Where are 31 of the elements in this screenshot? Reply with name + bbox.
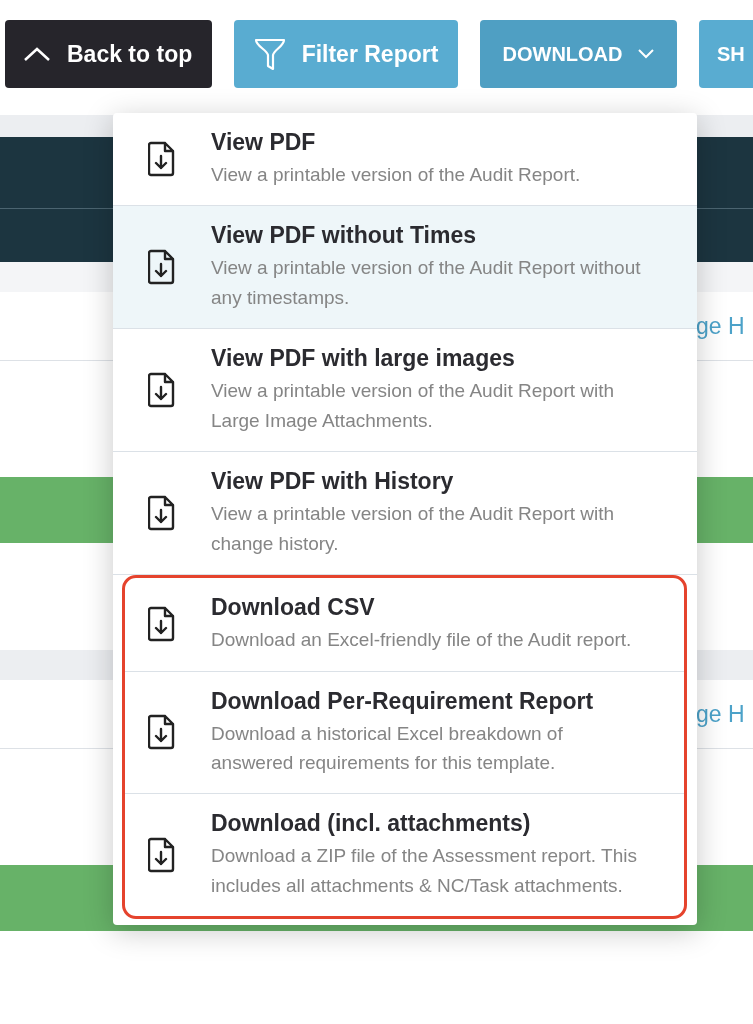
- back-to-top-button[interactable]: Back to top: [5, 20, 212, 88]
- menu-item-description: Download an Excel-friendly file of the Audit report.: [211, 628, 632, 653]
- chevron-up-icon: [23, 46, 51, 62]
- menu-item-title: View PDF with large images: [211, 345, 516, 373]
- menu-item-title: Download CSV: [211, 594, 376, 622]
- menu-item-title: Download Per-Requirement Report: [211, 687, 595, 715]
- menu-item[interactable]: Download (incl. attachments) Download a ZIP file of the Assessment report. This includes all attachments & NC/Task attachments.: [125, 794, 684, 917]
- file-download-icon: [148, 249, 176, 286]
- menu-item-description: Download a historical Excel breakdown of answered requirements for this template.: [211, 721, 564, 775]
- file-download-icon: [148, 495, 176, 532]
- menu-item-title: View PDF: [211, 129, 317, 156]
- menu-item-description: Download a ZIP file of the Assessment report. This includes all attachments & NC/Task attachments.: [211, 844, 638, 898]
- file-download-icon: [148, 372, 176, 409]
- chevron-down-icon: [638, 49, 655, 59]
- menu-item[interactable]: Download Per-Requirement Report Download a historical Excel breakdown of answered requirements for this template.: [125, 671, 684, 795]
- menu-item[interactable]: Download CSV Download an Excel-friendly file of the Audit report.: [125, 578, 684, 672]
- menu-item[interactable]: View PDF with History View a printable version of the Audit Report with change history.: [113, 452, 697, 576]
- file-download-icon: [148, 837, 176, 874]
- file-download-icon: [148, 606, 176, 643]
- menu-item[interactable]: View PDF without Times View a printable version of the Audit Report without any timestamps.: [113, 206, 697, 330]
- menu-item-description: View a printable version of the Audit Report without any timestamps.: [211, 256, 642, 310]
- menu-item-title: Download (incl. attachments): [211, 810, 532, 838]
- menu-item-description: View a printable version of the Audit Report with change history.: [211, 502, 616, 556]
- file-download-icon: [148, 714, 176, 751]
- menu-item-description: View a printable version of the Audit Report.: [211, 163, 581, 187]
- filter-icon: [253, 37, 286, 71]
- menu-item-title: View PDF without Times: [211, 222, 477, 250]
- menu-item[interactable]: View PDF with large images View a printable version of the Audit Report with Large Image Attachments.: [113, 329, 697, 453]
- file-download-icon: [148, 141, 176, 178]
- menu-item-description: View a printable version of the Audit Report with Large Image Attachments.: [211, 379, 616, 433]
- menu-item-title: View PDF with History: [211, 468, 455, 496]
